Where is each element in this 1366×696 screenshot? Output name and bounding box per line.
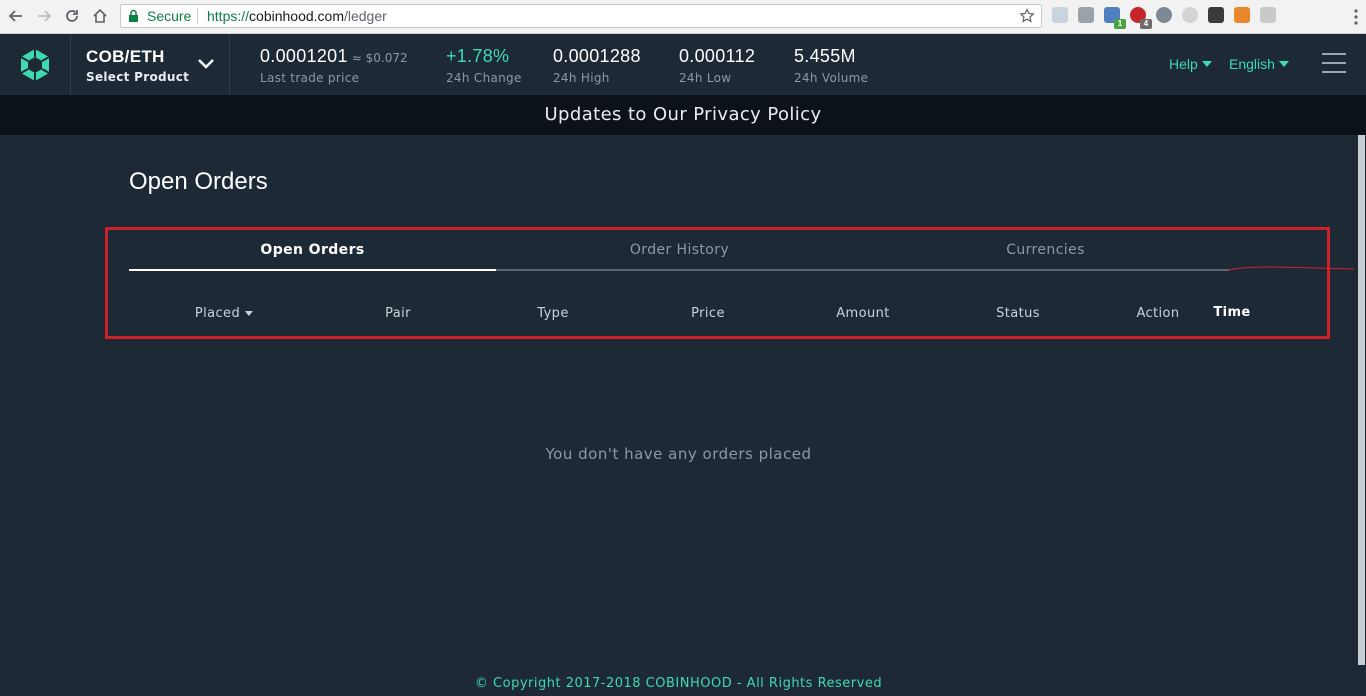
- high-value: 0.0001288: [553, 46, 641, 66]
- metamask-extension-icon[interactable]: [1234, 7, 1250, 23]
- footer-copyright: © Copyright 2017-2018 COBINHOOD - All Ri…: [474, 676, 883, 691]
- last-price-usd: ≈ $0.072: [351, 51, 408, 65]
- language-label: English: [1229, 56, 1275, 72]
- url-protocol: https://: [207, 8, 250, 24]
- extensions-bar: 1 4: [1052, 7, 1276, 29]
- secure-label: Secure: [147, 8, 192, 24]
- high-stat: 0.0001288 24h High: [553, 46, 641, 85]
- last-trade-price-stat: 0.0001201 ≈ $0.072 Last trade price: [260, 46, 408, 85]
- page-title: Open Orders: [129, 168, 268, 195]
- cube-extension-icon[interactable]: [1078, 7, 1094, 23]
- hamburger-menu-icon[interactable]: [1322, 53, 1346, 73]
- select-product-label: Select Product: [86, 70, 190, 84]
- extension-badge: 1: [1114, 19, 1126, 29]
- logo-icon: [20, 48, 50, 81]
- forward-icon[interactable]: [32, 5, 56, 27]
- wordpress-extension-icon[interactable]: [1182, 7, 1198, 23]
- caret-down-icon: [1201, 61, 1212, 67]
- low-label: 24h Low: [679, 71, 732, 85]
- dropbox-extension-icon[interactable]: [1052, 7, 1068, 23]
- key-extension-icon[interactable]: [1208, 7, 1224, 23]
- bookmark-star-icon[interactable]: [1019, 8, 1035, 24]
- scrollbar-thumb[interactable]: [1358, 135, 1365, 665]
- change-stat: +1.78% 24h Change: [446, 46, 522, 85]
- browser-toolbar: Secure https://cobinhood.com/ledger 1 4: [0, 0, 1366, 34]
- last-price-label: Last trade price: [260, 71, 360, 85]
- volume-stat: 5.455M 24h Volume: [794, 46, 868, 85]
- url-text: https://cobinhood.com/ledger: [207, 5, 387, 27]
- url-separator: [197, 8, 198, 24]
- page-scrollbar[interactable]: [1357, 135, 1366, 696]
- help-menu[interactable]: Help: [1169, 56, 1212, 72]
- product-name: COB/ETH: [86, 47, 165, 66]
- pdf-extension-icon[interactable]: [1260, 7, 1276, 23]
- chevron-down-icon: [198, 59, 214, 69]
- high-label: 24h High: [553, 71, 610, 85]
- product-selector[interactable]: COB/ETH Select Product: [71, 34, 230, 95]
- eye-extension-icon[interactable]: [1156, 7, 1172, 23]
- cobinhood-logo[interactable]: [0, 34, 71, 95]
- low-stat: 0.000112 24h Low: [679, 46, 755, 85]
- url-domain: cobinhood.com: [249, 8, 344, 24]
- app-header: COB/ETH Select Product 0.0001201 ≈ $0.072…: [0, 34, 1366, 95]
- home-icon[interactable]: [88, 5, 112, 27]
- volume-label: 24h Volume: [794, 71, 869, 85]
- low-value: 0.000112: [679, 46, 756, 66]
- reload-icon[interactable]: [60, 5, 84, 27]
- browser-menu-icon[interactable]: [1354, 9, 1358, 25]
- back-icon[interactable]: [4, 5, 28, 27]
- privacy-policy-banner[interactable]: Updates to Our Privacy Policy: [0, 95, 1366, 135]
- adblock-extension-icon[interactable]: 4: [1130, 7, 1152, 29]
- volume-value: 5.455M: [794, 46, 856, 66]
- annotation-highlight-box: [105, 227, 1330, 339]
- caret-down-icon: [1278, 61, 1289, 67]
- last-price-value: 0.0001201: [260, 46, 348, 66]
- address-bar[interactable]: Secure https://cobinhood.com/ledger: [120, 4, 1042, 28]
- language-menu[interactable]: English: [1229, 56, 1289, 72]
- code-extension-icon[interactable]: 1: [1104, 7, 1126, 29]
- change-value: +1.78%: [446, 46, 510, 66]
- extension-badge: 4: [1140, 19, 1152, 29]
- empty-orders-message: You don't have any orders placed: [545, 445, 812, 463]
- help-label: Help: [1169, 56, 1198, 72]
- lock-icon: [129, 9, 138, 22]
- url-path: /ledger: [343, 8, 387, 24]
- change-label: 24h Change: [446, 71, 522, 85]
